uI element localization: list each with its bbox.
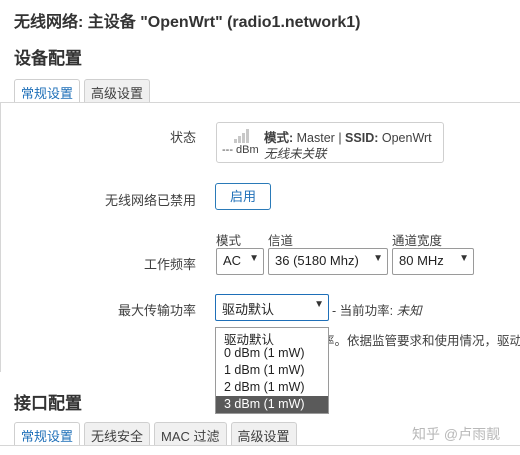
page-title: 无线网络: 主设备 "OpenWrt" (radio1.network1) — [14, 14, 361, 31]
tab-advanced[interactable]: 高级设置 — [84, 79, 151, 103]
tab-wireless-security[interactable]: 无线安全 — [84, 422, 151, 446]
width-select[interactable]: 80 MHz ▼ — [392, 248, 474, 275]
channel-sublabel: 信道 — [268, 234, 294, 248]
mode-sublabel: 模式 — [216, 234, 242, 248]
txpower-option[interactable]: 2 dBm (1 mW) — [216, 379, 328, 396]
frequency-label: 工作频率 — [143, 257, 196, 272]
device-config-heading: 设备配置 — [14, 49, 82, 68]
interface-config-heading: 接口配置 — [14, 394, 82, 413]
enable-button[interactable]: 启用 — [215, 183, 271, 210]
watermark: 知乎 @卢雨靓 — [412, 426, 501, 442]
txpower-option[interactable]: 1 dBm (1 mW) — [216, 362, 328, 379]
chevron-down-icon: ▼ — [314, 299, 324, 310]
txpower-option[interactable]: 0 dBm (1 mW) — [216, 345, 328, 362]
current-power: - 当前功率: 未知 — [332, 304, 422, 318]
status-label: 状态 — [169, 130, 196, 145]
signal-icon — [234, 129, 250, 143]
txpower-label: 最大传输功率 — [117, 303, 196, 318]
mode-select[interactable]: AC ▼ — [216, 248, 264, 275]
tab-divider — [0, 445, 520, 446]
txpower-option-selected[interactable]: 3 dBm (1 mW) — [216, 396, 328, 413]
chevron-down-icon: ▼ — [249, 253, 259, 264]
txpower-dropdown: 驱动默认 0 dBm (1 mW) 1 dBm (1 mW) 2 dBm (1 … — [215, 327, 329, 414]
connection-state: 无线未关联 — [264, 147, 327, 161]
txpower-hint: 率。依据监管要求和使用情况，驱动 — [322, 334, 520, 348]
chevron-down-icon: ▼ — [373, 253, 383, 264]
txpower-select[interactable]: 驱动默认 ▼ — [215, 294, 329, 321]
txpower-option[interactable]: 驱动默认 — [216, 328, 328, 347]
channel-select[interactable]: 36 (5180 Mhz) ▼ — [268, 248, 388, 275]
width-sublabel: 通道宽度 — [392, 234, 443, 248]
device-config-tabs: 常规设置 高级设置 — [14, 79, 151, 103]
tab-divider — [0, 102, 520, 103]
tab-mac-filter[interactable]: MAC 过滤 — [154, 422, 227, 446]
chevron-down-icon: ▼ — [459, 253, 469, 264]
tab-general[interactable]: 常规设置 — [14, 79, 81, 103]
interface-config-tabs: 常规设置 无线安全 MAC 过滤 高级设置 — [14, 422, 297, 446]
wireless-disabled-label: 无线网络已禁用 — [104, 193, 196, 208]
tab-advanced[interactable]: 高级设置 — [230, 422, 297, 446]
signal-dbm: --- dBm — [222, 144, 259, 156]
status-box: --- dBm 模式: Master | SSID: OpenWrt 无线未关联 — [216, 122, 444, 163]
tab-general[interactable]: 常规设置 — [14, 422, 81, 446]
panel-border — [0, 102, 1, 372]
